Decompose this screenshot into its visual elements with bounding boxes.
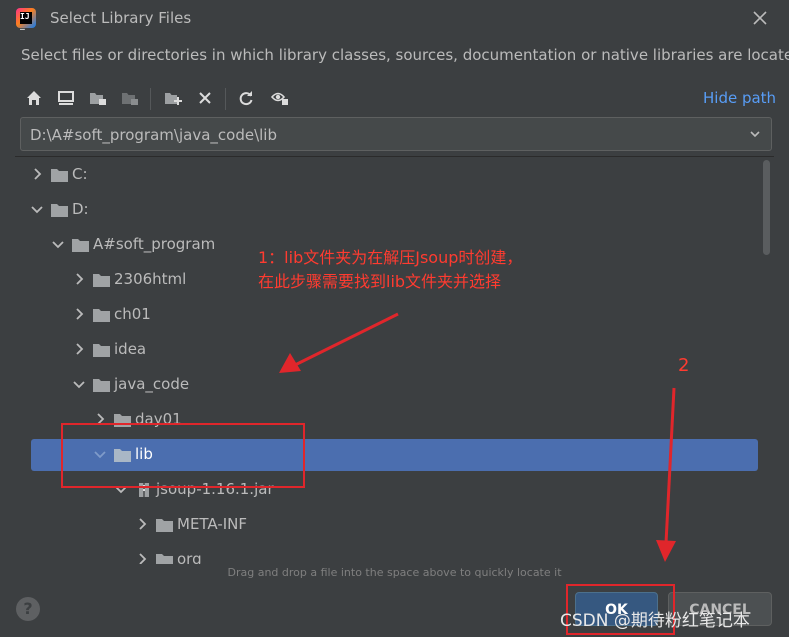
annotation-arrow-to-lib (279, 312, 399, 373)
csdn-watermark: CSDN @期待粉红笔记本 (560, 611, 750, 631)
annotation-arrows (279, 312, 676, 562)
annotation-arrow-to-ok (656, 387, 676, 562)
